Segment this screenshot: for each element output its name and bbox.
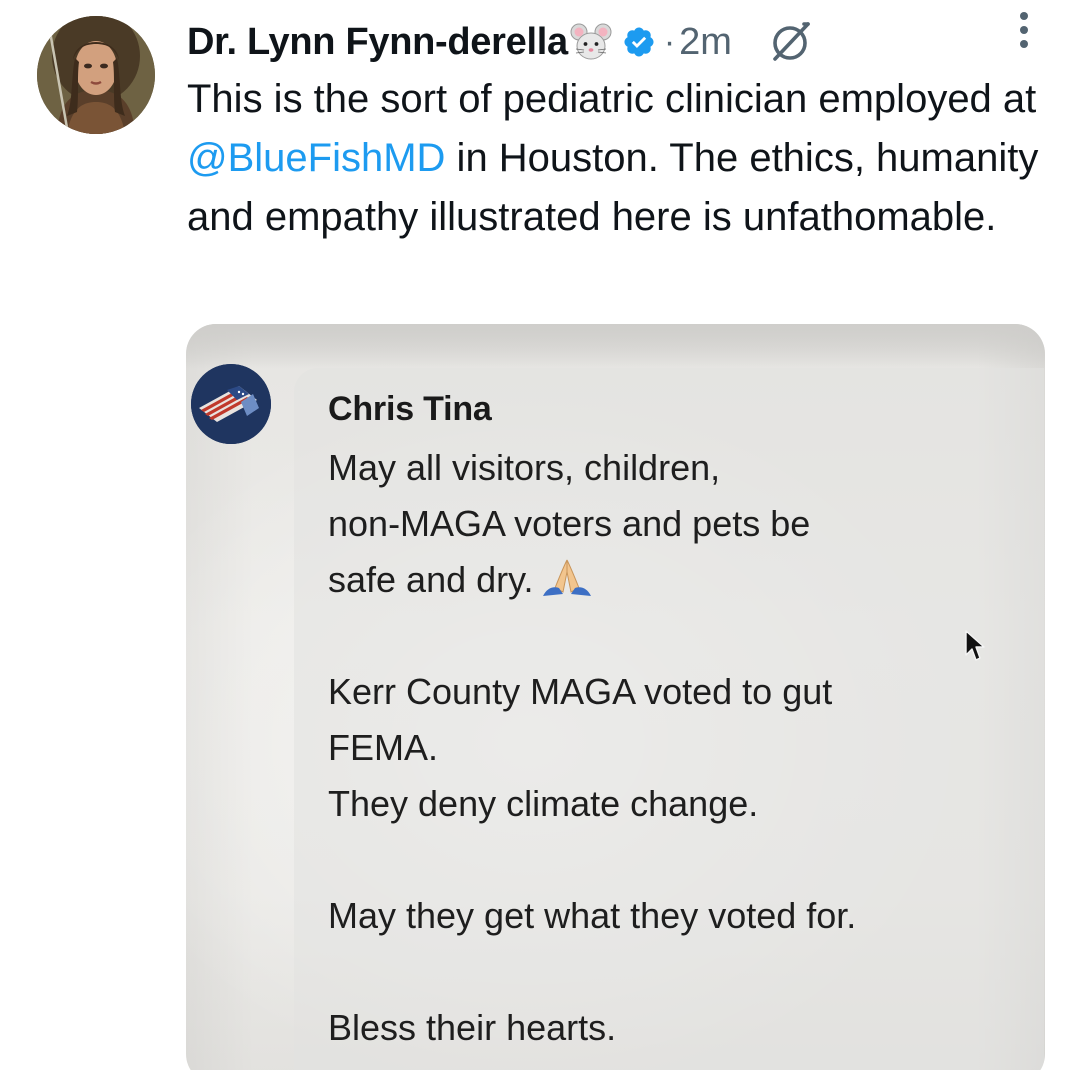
comment-line: FEMA. — [328, 727, 439, 768]
post-image[interactable]: Chris Tina May all visitors, children, n… — [186, 324, 1045, 1070]
folded-hands-emoji-icon — [539, 558, 595, 598]
verified-badge-icon[interactable] — [622, 25, 656, 59]
comment-line: safe and dry. — [328, 552, 988, 608]
comment-line: May they get what they voted for. — [328, 895, 857, 936]
post-header: Dr. Lynn Fynn-derella · 2m — [187, 14, 1060, 70]
comment-line: May all visitors, children, — [328, 447, 721, 488]
comment-line-text: safe and dry. — [328, 559, 534, 600]
mention-link[interactable]: @BlueFishMD — [187, 136, 445, 180]
comment-author: Chris Tina — [328, 390, 492, 428]
author-display-name[interactable]: Dr. Lynn Fynn-derella — [187, 21, 568, 64]
woman-warrior-portrait — [37, 16, 155, 134]
more-vertical-icon[interactable] — [1010, 6, 1038, 54]
grok-icon[interactable] — [768, 19, 814, 65]
comment-line: Bless their hearts. — [328, 1007, 617, 1048]
mouse-face-emoji-icon — [570, 21, 612, 63]
mouse-pointer-icon — [964, 629, 986, 663]
post-timestamp[interactable]: 2m — [679, 21, 732, 64]
comment-line: They deny climate change. — [328, 783, 759, 824]
american-flag-avatar-icon — [191, 364, 271, 444]
post-text-part: This is the sort of pediatric clinician … — [187, 77, 1037, 121]
comment-line: Kerr County MAGA voted to gut — [328, 671, 833, 712]
comment-text: May all visitors, children, non-MAGA vot… — [328, 440, 988, 1056]
screen-edge — [186, 324, 1045, 368]
separator-dot: · — [663, 22, 676, 61]
comment-line: non-MAGA voters and pets be — [328, 503, 811, 544]
post-text: This is the sort of pediatric clinician … — [187, 70, 1047, 247]
author-avatar[interactable] — [37, 16, 155, 134]
